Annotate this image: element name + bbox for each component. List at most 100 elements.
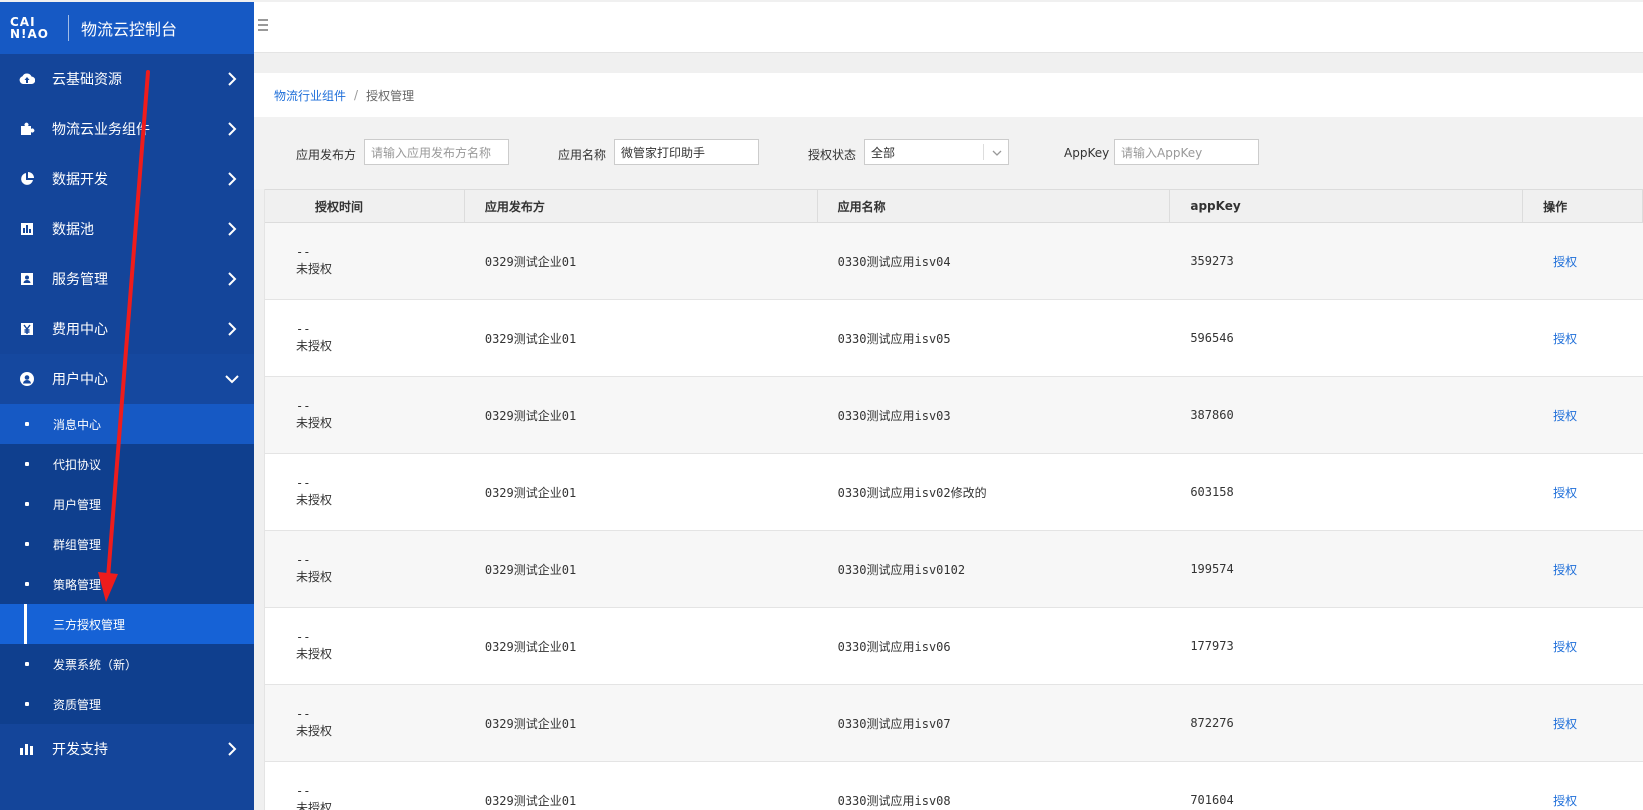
- sidebar-subitem-withholding-agreement[interactable]: 代扣协议: [0, 444, 254, 484]
- breadcrumb-current: 授权管理: [366, 88, 415, 103]
- authorize-link[interactable]: 授权: [1553, 407, 1577, 424]
- table-row: -- 未授权 0329测试企业01 0330测试应用isv07 872276 授权: [265, 685, 1643, 762]
- app-name-cell: 0330测试应用isv05: [837, 331, 951, 346]
- user-center-submenu: 消息中心 代扣协议 用户管理 群组管理 策略管理 三方授权管理 发票系统（新） …: [0, 404, 254, 724]
- appkey-input[interactable]: 请输入AppKey: [1114, 139, 1259, 165]
- app-name-label: 应用名称: [558, 148, 607, 162]
- auth-status: 未授权: [296, 570, 333, 584]
- cainiao-logo: CAI N!AO: [10, 14, 50, 42]
- auth-status: 未授权: [296, 724, 333, 738]
- publisher-cell: 0329测试企业01: [484, 331, 577, 346]
- app-name-cell: 0330测试应用isv08: [837, 793, 951, 808]
- appkey-cell: 359273: [1190, 254, 1234, 268]
- sidebar-item-label: 数据开发: [52, 172, 108, 188]
- publisher-cell: 0329测试企业01: [484, 485, 577, 500]
- sidebar-item-service-management[interactable]: 服务管理: [0, 254, 254, 304]
- select-divider: [983, 144, 984, 160]
- sidebar-subitem-qualification[interactable]: 资质管理: [0, 684, 254, 724]
- sidebar: CAI N!AO 物流云控制台 云基础资源 物流云业务组件 数据开发 数据池 服…: [0, 2, 254, 810]
- appkey-cell: 596546: [1190, 331, 1234, 345]
- top-bar: [254, 2, 1643, 53]
- sidebar-item-label: 云基础资源: [52, 72, 122, 88]
- sidebar-subitem-policy-management[interactable]: 策略管理: [0, 564, 254, 604]
- auth-time: --: [296, 630, 311, 644]
- publisher-input[interactable]: 请输入应用发布方名称: [364, 139, 509, 165]
- breadcrumb-parent-link[interactable]: 物流行业组件: [274, 87, 346, 104]
- sidebar-subitem-label: 群组管理: [53, 537, 102, 552]
- sidebar-subitem-invoice-system[interactable]: 发票系统（新）: [0, 644, 254, 684]
- authorize-link[interactable]: 授权: [1553, 330, 1577, 347]
- auth-time: --: [296, 784, 311, 798]
- app-name-cell: 0330测试应用isv04: [837, 254, 951, 269]
- sidebar-item-billing-center[interactable]: 费用中心: [0, 304, 254, 354]
- auth-time: --: [296, 553, 311, 567]
- chevron-down-icon: [225, 375, 239, 384]
- authorize-link[interactable]: 授权: [1553, 484, 1577, 501]
- appkey-cell: 872276: [1190, 716, 1234, 730]
- table-row: -- 未授权 0329测试企业01 0330测试应用isv04 359273 授权: [265, 223, 1643, 300]
- sidebar-subitem-label: 用户管理: [53, 497, 102, 512]
- sidebar-subitem-third-party-auth[interactable]: 三方授权管理: [0, 604, 254, 644]
- appkey-label: AppKey: [1064, 146, 1110, 160]
- column-header-app-name: 应用名称: [818, 190, 1171, 222]
- chevron-right-icon: [228, 742, 237, 756]
- table-row: -- 未授权 0329测试企业01 0330测试应用isv08 701604 授权: [265, 762, 1643, 810]
- sidebar-item-data-development[interactable]: 数据开发: [0, 154, 254, 204]
- auth-status: 未授权: [296, 493, 333, 507]
- authorize-link[interactable]: 授权: [1553, 715, 1577, 732]
- sidebar-subitem-label: 三方授权管理: [53, 617, 126, 632]
- sidebar-item-data-pool[interactable]: 数据池: [0, 204, 254, 254]
- bullet-icon: [25, 542, 29, 546]
- auth-status: 未授权: [296, 647, 333, 661]
- table-row: -- 未授权 0329测试企业01 0330测试应用isv0102 199574 …: [265, 531, 1643, 608]
- sidebar-subitem-user-management[interactable]: 用户管理: [0, 484, 254, 524]
- sidebar-item-business-components[interactable]: 物流云业务组件: [0, 104, 254, 154]
- table-row: -- 未授权 0329测试企业01 0330测试应用isv06 177973 授权: [265, 608, 1643, 685]
- sidebar-item-label: 数据池: [52, 222, 94, 238]
- sidebar-subitem-label: 资质管理: [53, 697, 102, 712]
- sidebar-item-user-center[interactable]: 用户中心: [0, 354, 254, 404]
- publisher-label: 应用发布方: [296, 148, 357, 162]
- authorization-table: 授权时间 应用发布方 应用名称 appKey 操作 -- 未授权 0329测试企业…: [264, 189, 1643, 810]
- auth-status-label: 授权状态: [808, 148, 857, 162]
- auth-status: 未授权: [296, 801, 333, 810]
- app-name-cell: 0330测试应用isv0102: [837, 562, 966, 577]
- authorize-link[interactable]: 授权: [1553, 792, 1577, 809]
- table-header: 授权时间 应用发布方 应用名称 appKey 操作: [265, 189, 1643, 223]
- appkey-cell: 177973: [1190, 639, 1234, 653]
- pie-chart-icon: [18, 170, 36, 188]
- table-body: -- 未授权 0329测试企业01 0330测试应用isv04 359273 授权…: [265, 223, 1643, 810]
- sidebar-item-dev-support[interactable]: 开发支持: [0, 724, 254, 774]
- auth-time: --: [296, 707, 311, 721]
- sidebar-item-cloud-resources[interactable]: 云基础资源: [0, 54, 254, 104]
- auth-time: --: [296, 476, 311, 490]
- auth-time: --: [296, 322, 311, 336]
- chevron-right-icon: [228, 122, 237, 136]
- chevron-right-icon: [228, 222, 237, 236]
- sidebar-subitem-message-center[interactable]: 消息中心: [0, 404, 254, 444]
- appkey-cell: 199574: [1190, 562, 1234, 576]
- auth-status-select[interactable]: 全部: [864, 139, 1009, 165]
- sidebar-subitem-label: 策略管理: [53, 577, 102, 592]
- authorize-link[interactable]: 授权: [1553, 638, 1577, 655]
- breadcrumb-separator: /: [354, 88, 359, 102]
- authorize-link[interactable]: 授权: [1553, 253, 1577, 270]
- column-header-action: 操作: [1523, 190, 1643, 222]
- menu-toggle-icon[interactable]: [258, 16, 270, 38]
- brand-header[interactable]: CAI N!AO 物流云控制台: [0, 2, 254, 54]
- auth-time: --: [296, 399, 311, 413]
- sidebar-subitem-label: 消息中心: [53, 417, 102, 432]
- app-name-cell: 0330测试应用isv07: [837, 716, 951, 731]
- app-name-input[interactable]: 微管家打印助手: [614, 139, 759, 165]
- auth-status-value: 全部: [871, 145, 896, 160]
- puzzle-icon: [18, 120, 36, 138]
- app-name-cell: 0330测试应用isv03: [837, 408, 951, 423]
- column-header-appkey: appKey: [1170, 190, 1524, 222]
- sidebar-subitem-group-management[interactable]: 群组管理: [0, 524, 254, 564]
- publisher-cell: 0329测试企业01: [484, 639, 577, 654]
- breadcrumb: 物流行业组件 / 授权管理: [254, 73, 1643, 117]
- authorize-link[interactable]: 授权: [1553, 561, 1577, 578]
- appkey-cell: 387860: [1190, 408, 1234, 422]
- appkey-cell: 603158: [1190, 485, 1234, 499]
- sidebar-item-label: 物流云业务组件: [52, 122, 150, 138]
